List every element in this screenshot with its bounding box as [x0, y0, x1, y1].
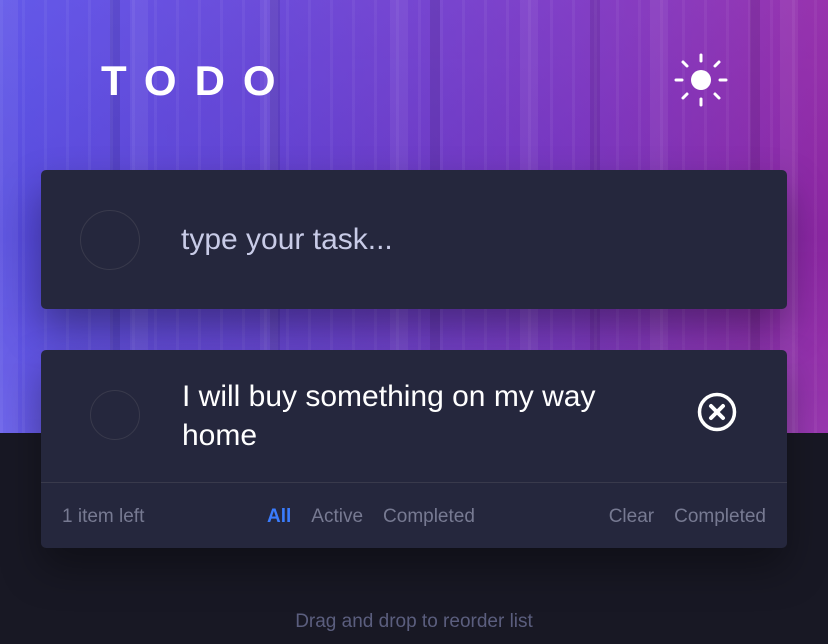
close-circle-icon: [697, 392, 737, 432]
todo-footer: 1 item left All Active Completed Clear C…: [41, 483, 787, 548]
todo-text: I will buy something on my way home: [182, 380, 596, 452]
filter-active[interactable]: Active: [311, 506, 363, 528]
reorder-hint: Drag and drop to reorder list: [295, 611, 533, 632]
app-title: TODO: [101, 57, 294, 104]
clear-completed-label-completed: Completed: [674, 506, 766, 527]
clear-completed-label-clear: Clear: [608, 506, 655, 527]
delete-todo-button[interactable]: [696, 391, 738, 433]
items-left-count: 1 item left: [62, 506, 145, 527]
filter-completed[interactable]: Completed: [383, 506, 475, 528]
sun-icon: [674, 53, 728, 107]
filter-group: All Active Completed: [267, 506, 475, 528]
list-item[interactable]: I will buy something on my way home: [41, 350, 787, 483]
theme-toggle-button[interactable]: [672, 51, 730, 109]
new-todo-input[interactable]: [181, 214, 741, 266]
new-todo-card: [41, 170, 787, 309]
filter-all[interactable]: All: [267, 506, 291, 528]
todo-list-card: I will buy something on my way home 1 it…: [41, 350, 787, 548]
todo-complete-checkbox[interactable]: [90, 390, 140, 440]
new-todo-complete-toggle[interactable]: [80, 210, 140, 270]
clear-completed-button[interactable]: Clear Completed: [609, 506, 766, 528]
